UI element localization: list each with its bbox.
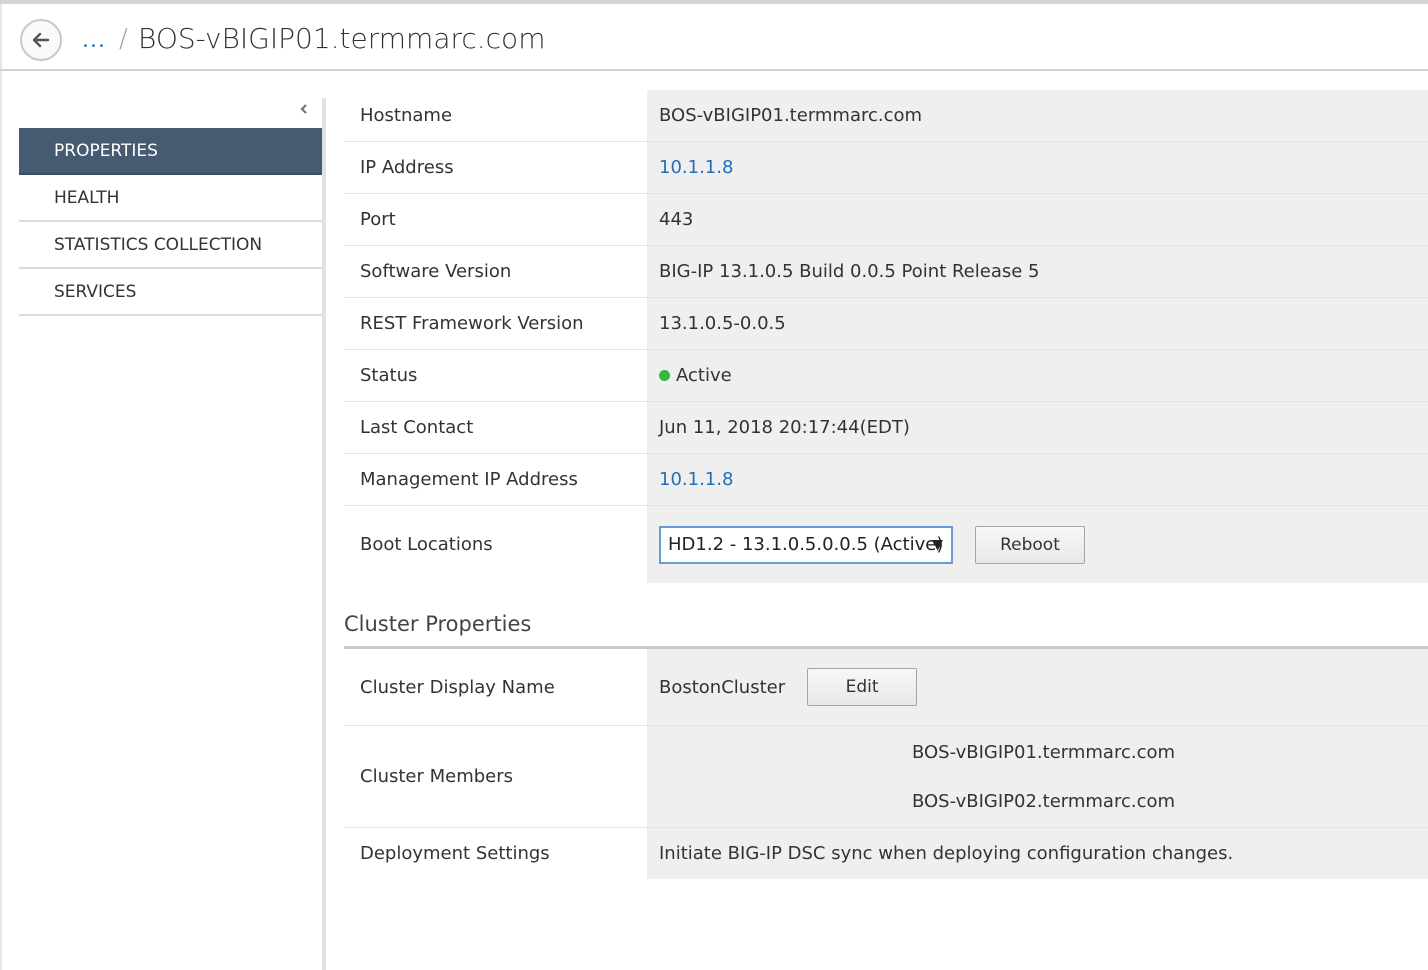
reboot-button-label: Reboot [1000,534,1060,555]
property-label: Deployment Settings [344,828,647,879]
breadcrumb-ellipsis[interactable]: ... [82,28,106,53]
property-row-ip-address: IP Address 10.1.1.8 [344,142,1428,194]
property-label: REST Framework Version [344,298,647,349]
cluster-member: BOS-vBIGIP02.termmarc.com [911,790,1176,812]
back-button[interactable] [20,19,62,61]
property-row-port: Port 443 [344,194,1428,246]
cluster-properties-heading: Cluster Properties [344,583,1428,649]
sidebar-item-statistics-collection[interactable]: STATISTICS COLLECTION [19,222,322,269]
breadcrumb-separator: / [119,24,128,54]
management-ip-link[interactable]: 10.1.1.8 [659,469,733,490]
property-label: Port [344,194,647,245]
edit-button-label: Edit [845,677,879,697]
cluster-member: BOS-vBIGIP01.termmarc.com [911,741,1176,763]
software-version-value: BIG-IP 13.1.0.5 Build 0.0.5 Point Releas… [659,261,1040,282]
sidebar-item-label: HEALTH [54,187,120,208]
sidebar-item-label: SERVICES [54,281,137,302]
property-label: Last Contact [344,402,647,453]
property-row-deployment-settings: Deployment Settings Initiate BIG-IP DSC … [344,828,1428,879]
property-label: Hostname [344,90,647,141]
cluster-display-name-value: BostonCluster [659,676,786,698]
sidebar-nav: PROPERTIES HEALTH STATISTICS COLLECTION … [19,128,322,316]
property-label: Software Version [344,246,647,297]
property-label: Cluster Members [344,726,647,827]
property-label: Boot Locations [344,506,647,583]
caret-down-icon: ▼ [932,536,943,553]
rest-version-value: 13.1.0.5-0.0.5 [659,313,786,334]
boot-location-selected: HD1.2 - 13.1.0.5.0.0.5 (Active) [668,534,944,555]
deployment-settings-value: Initiate BIG-IP DSC sync when deploying … [659,843,1234,864]
arrow-left-icon [32,32,50,48]
last-contact-value: Jun 11, 2018 20:17:44(EDT) [659,417,910,438]
reboot-button[interactable]: Reboot [975,525,1085,564]
property-row-cluster-display-name: Cluster Display Name BostonCluster Edit [344,649,1428,726]
chevron-left-icon [300,104,307,114]
sidebar-item-health[interactable]: HEALTH [19,175,322,222]
sidebar-item-services[interactable]: SERVICES [19,269,322,316]
sidebar-divider [322,98,326,970]
property-row-management-ip: Management IP Address 10.1.1.8 [344,454,1428,506]
port-value: 443 [659,209,694,230]
boot-location-select[interactable]: HD1.2 - 13.1.0.5.0.0.5 (Active) ▼ [659,525,953,564]
property-row-cluster-members: Cluster Members BOS-vBIGIP01.termmarc.co… [344,726,1428,828]
sidebar-item-label: PROPERTIES [54,140,158,161]
ip-address-link[interactable]: 10.1.1.8 [659,157,733,178]
property-label: Cluster Display Name [344,649,647,725]
hostname-value: BOS-vBIGIP01.termmarc.com [659,105,923,126]
status-dot-icon [659,370,670,381]
edit-button[interactable]: Edit [807,668,918,706]
property-label: IP Address [344,142,647,193]
collapse-sidebar-button[interactable] [296,101,312,117]
property-label: Management IP Address [344,454,647,505]
properties-panel: Hostname BOS-vBIGIP01.termmarc.com IP Ad… [344,90,1428,879]
page-title: BOS-vBIGIP01.termmarc.com [138,22,546,55]
section-title: Cluster Properties [344,612,532,636]
property-row-hostname: Hostname BOS-vBIGIP01.termmarc.com [344,90,1428,142]
page-header: ... / BOS-vBIGIP01.termmarc.com [0,4,1428,71]
property-row-last-contact: Last Contact Jun 11, 2018 20:17:44(EDT) [344,402,1428,454]
property-row-boot-locations: Boot Locations HD1.2 - 13.1.0.5.0.0.5 (A… [344,506,1428,583]
property-row-rest-version: REST Framework Version 13.1.0.5-0.0.5 [344,298,1428,350]
property-label: Status [344,350,647,401]
status-value: Active [676,365,732,386]
sidebar-item-label: STATISTICS COLLECTION [54,234,263,255]
property-row-status: Status Active [344,350,1428,402]
property-row-software-version: Software Version BIG-IP 13.1.0.5 Build 0… [344,246,1428,298]
sidebar-item-properties[interactable]: PROPERTIES [19,128,322,175]
